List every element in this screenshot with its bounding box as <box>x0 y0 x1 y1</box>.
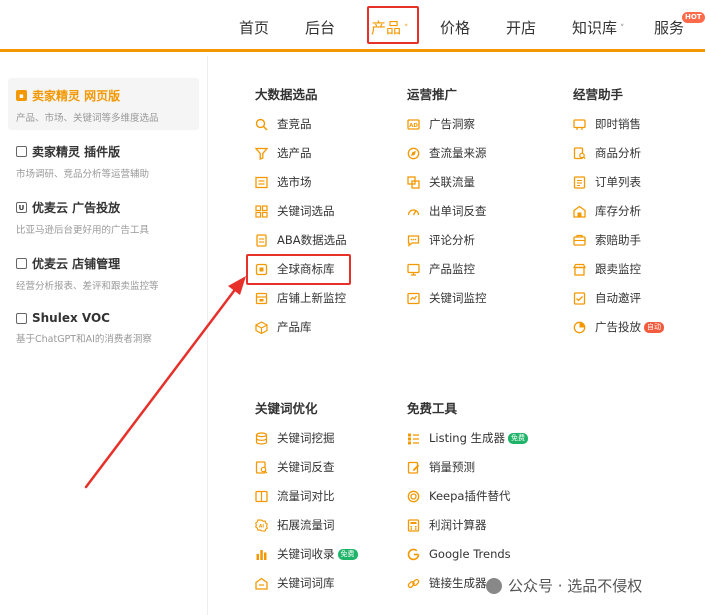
watermark: 公众号 · 选品不侵权 <box>486 575 642 596</box>
watermark-text: 公众号 · 选品不侵权 <box>508 577 643 595</box>
page: { "nav": { "items": [ {"label": "首页"}, {… <box>0 0 705 615</box>
wechat-icon <box>486 577 502 594</box>
annotation-arrow <box>84 276 246 489</box>
